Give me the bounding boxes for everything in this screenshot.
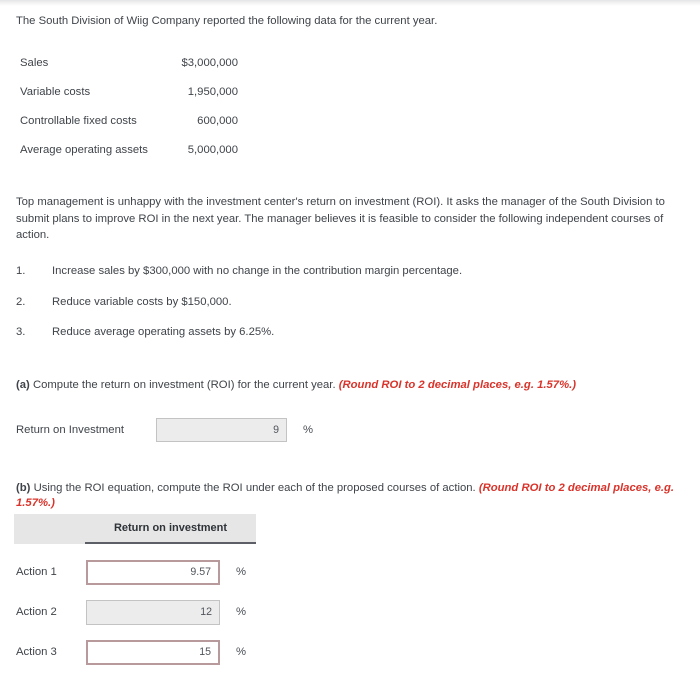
return-on-investment-label: Return on Investment [16, 424, 125, 436]
financial-value: 600,000 [197, 114, 238, 127]
part-a-question: Compute the return on investment (ROI) f… [29, 379, 339, 391]
courses-of-action-list: 1. Increase sales by $300,000 with no ch… [16, 264, 676, 356]
roi-results-rows: Action 1 % Action 2 % Action 3 % [16, 552, 316, 672]
roi-table-head-row: Return on investment [14, 514, 256, 544]
roi-table-head-spacer [14, 514, 85, 544]
part-a-prompt: (a) Compute the return on investment (RO… [16, 378, 688, 393]
table-row: Sales $3,000,000 [16, 48, 276, 77]
intro-text: The South Division of Wiig Company repor… [16, 15, 438, 27]
action-2-percent-symbol: % [236, 606, 247, 618]
list-item-text: Reduce average operating assets by 6.25%… [52, 326, 275, 338]
action-1-label: Action 1 [16, 566, 57, 578]
part-a-marker: (a) [16, 379, 30, 391]
financial-value: 1,950,000 [187, 85, 238, 98]
top-edge-shading [0, 0, 700, 6]
table-row: Average operating assets 5,000,000 [16, 135, 276, 164]
roi-results-table-header: Return on investment [14, 514, 256, 544]
list-item-number: 2. [16, 295, 26, 308]
action-2-roi-input[interactable] [86, 599, 220, 625]
part-b-marker: (b) [16, 482, 31, 494]
list-item-number: 3. [16, 326, 26, 338]
list-item-text: Increase sales by $300,000 with no chang… [52, 265, 463, 277]
financial-label: Variable costs [20, 85, 91, 98]
list-item: 2. Reduce variable costs by $150,000. [16, 295, 676, 309]
table-row: Action 2 % [16, 592, 316, 632]
table-row: Controllable fixed costs 600,000 [16, 106, 276, 135]
part-b-question: Using the ROI equation, compute the ROI … [30, 482, 479, 494]
list-item-number: 1. [16, 265, 26, 277]
action-1-roi-input[interactable] [86, 559, 220, 585]
financial-data-body: Sales $3,000,000 Variable costs 1,950,00… [16, 48, 276, 164]
table-row: Action 3 % [16, 632, 316, 672]
action-3-percent-symbol: % [236, 646, 247, 658]
action-1-percent-symbol: % [236, 566, 247, 578]
action-3-label: Action 3 [16, 646, 57, 658]
financial-value: 5,000,000 [187, 143, 238, 156]
financial-label: Average operating assets [20, 143, 148, 156]
table-row: Action 1 % [16, 552, 316, 592]
part-b-prompt: (b) Using the ROI equation, compute the … [16, 481, 700, 511]
action-2-label: Action 2 [16, 606, 57, 618]
part-a-rounding-hint: (Round ROI to 2 decimal places, e.g. 1.5… [338, 379, 577, 391]
table-row: Variable costs 1,950,000 [16, 77, 276, 106]
part-a-percent-symbol: % [303, 424, 314, 436]
financial-data-table: Sales $3,000,000 Variable costs 1,950,00… [16, 48, 276, 164]
worksheet-page: The South Division of Wiig Company repor… [0, 0, 700, 674]
list-item-text: Reduce variable costs by $150,000. [52, 295, 232, 308]
list-item: 1. Increase sales by $300,000 with no ch… [16, 264, 676, 278]
action-3-roi-input[interactable] [86, 639, 220, 665]
financial-label: Controllable fixed costs [20, 114, 137, 127]
list-item: 3. Reduce average operating assets by 6.… [16, 325, 676, 339]
financial-value: $3,000,000 [181, 56, 238, 69]
financial-label: Sales [20, 56, 49, 69]
part-a-roi-input[interactable] [156, 418, 287, 442]
part-a-answer-row: Return on Investment % [16, 418, 313, 442]
scenario-paragraph: Top management is unhappy with the inves… [16, 196, 665, 241]
roi-column-header: Return on investment [85, 514, 256, 544]
